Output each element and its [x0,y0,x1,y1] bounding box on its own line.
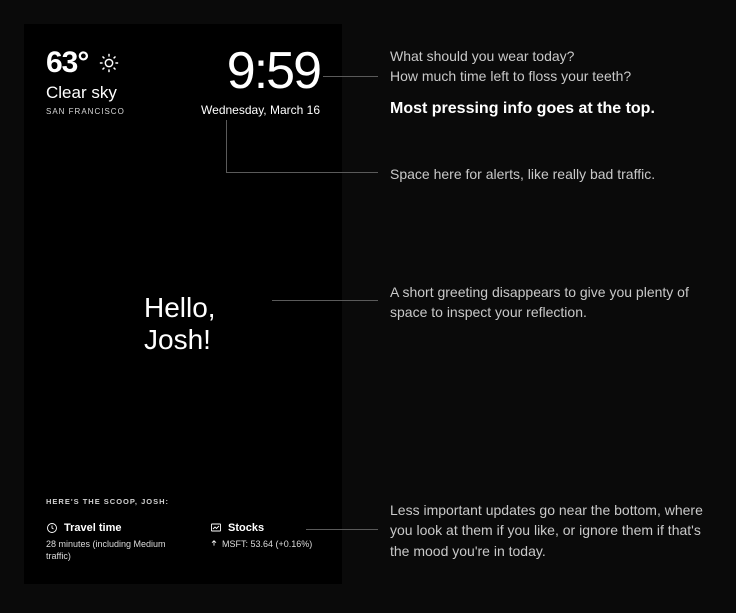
clock-date: Wednesday, March 16 [201,103,320,117]
annotation-top: What should you wear today? How much tim… [390,46,710,120]
greeting-line1: Hello, [144,292,216,324]
annotation-line: How much time left to floss your teeth? [390,66,710,86]
weather-location: SAN FRANCISCO [46,107,125,116]
annotation-greeting: A short greeting disappears to give you … [390,282,710,323]
travel-title: Travel time [64,522,121,534]
stocks-body: MSFT: 53.64 (+0.16%) [210,538,320,550]
annotation-bottom: Less important updates go near the botto… [390,500,710,561]
arrow-up-icon [210,538,218,550]
greeting: Hello, Josh! [144,292,216,356]
callout-line [323,76,378,77]
stocks-widget: Stocks MSFT: 53.64 (+0.16%) [210,522,320,562]
annotation-alerts: Space here for alerts, like really bad t… [390,164,710,184]
clock-time: 9:59 [201,48,320,95]
mirror-panel: 63° [24,24,342,584]
weather-block: 63° [46,48,125,116]
temperature: 63° [46,48,88,78]
annotation-summary: Most pressing info goes at the top. [390,97,710,120]
greeting-line2: Josh! [144,324,216,356]
clock-block: 9:59 Wednesday, March 16 [201,48,320,117]
annotation-line: What should you wear today? [390,46,710,66]
stocks-title: Stocks [228,522,264,534]
callout-line [226,172,378,173]
travel-widget: Travel time 28 minutes (including Medium… [46,522,176,562]
weather-condition: Clear sky [46,84,125,103]
chart-icon [210,522,222,534]
callout-line [226,120,227,172]
travel-body: 28 minutes (including Medium traffic) [46,538,176,562]
sun-icon [98,52,120,74]
callout-line [272,300,378,301]
scoop-label: HERE'S THE SCOOP, JOSH: [46,497,169,506]
callout-line [306,529,378,530]
clock-icon [46,522,58,534]
